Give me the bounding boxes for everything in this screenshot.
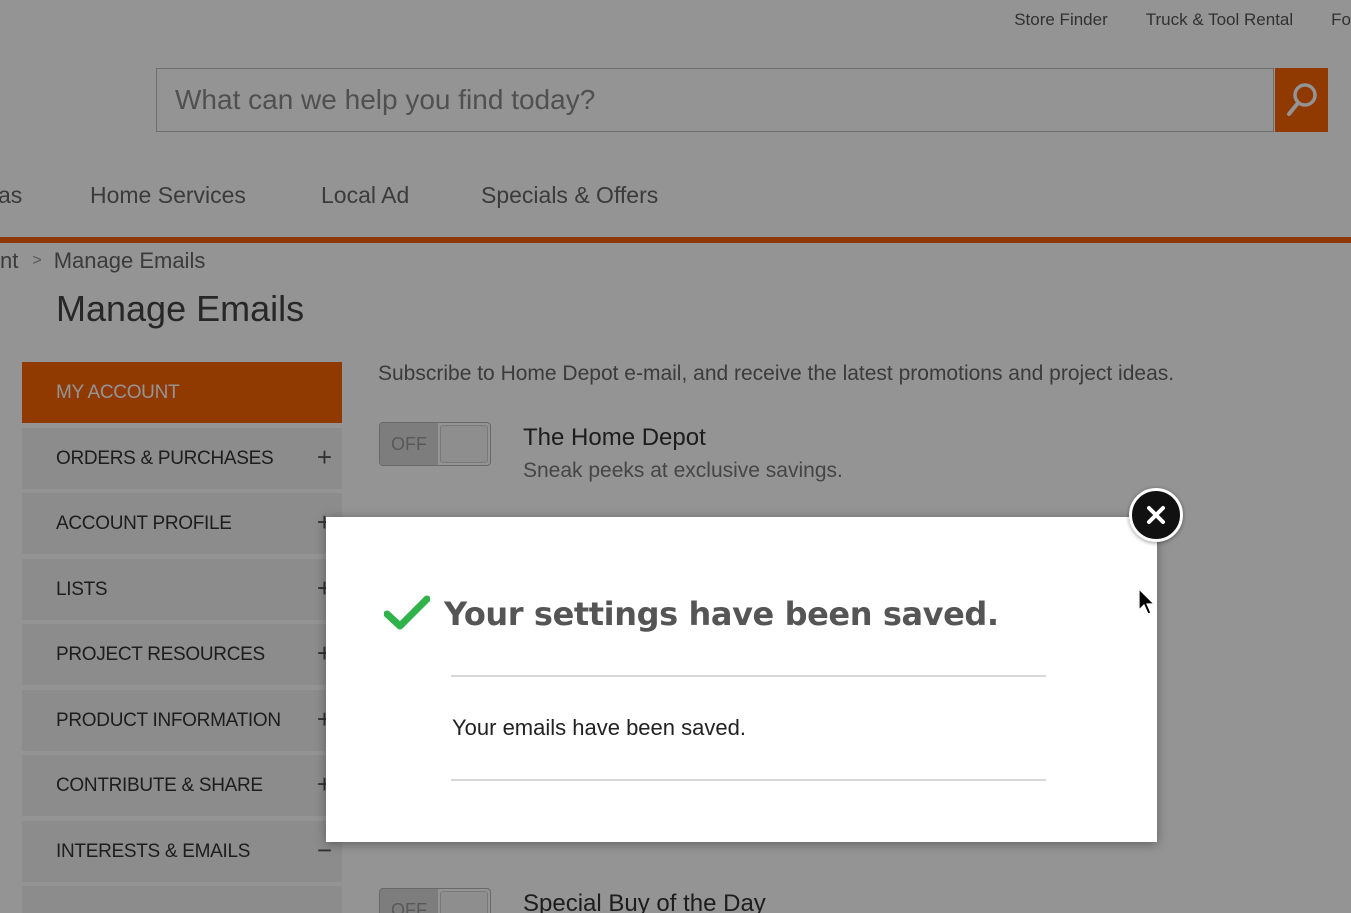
mouse-cursor-icon [1138, 588, 1156, 615]
checkmark-icon [384, 595, 430, 630]
modal-title: Your settings have been saved. [444, 595, 999, 633]
modal-divider [451, 675, 1046, 677]
modal-message: Your emails have been saved. [452, 715, 746, 740]
modal-divider [451, 779, 1046, 781]
page: Store Finder Truck & Tool Rental Fo as H… [0, 0, 1351, 913]
modal-close-button[interactable] [1129, 488, 1183, 542]
confirmation-modal: Your settings have been saved. Your emai… [326, 517, 1157, 842]
close-icon [1147, 506, 1165, 524]
